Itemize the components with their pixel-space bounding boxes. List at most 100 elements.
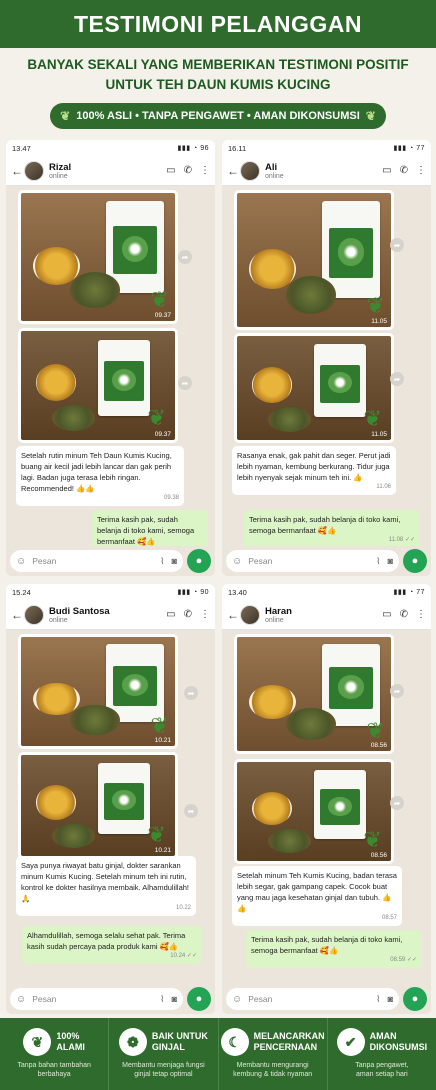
message-input[interactable]: ☺ Pesan ⌇ ◙: [10, 988, 183, 1010]
outgoing-message: Terima kasih pak, sudah belanja di toko …: [244, 510, 420, 548]
shield-check-icon: ✔: [336, 1028, 365, 1056]
message-placeholder[interactable]: Pesan: [32, 994, 153, 1004]
signal-icons: ▮▮▮ ◔ 77: [393, 145, 425, 152]
status-bar: 13.40 ▮▮▮ ◔ 77: [222, 584, 431, 600]
clock: 16.11: [228, 143, 247, 153]
camera-icon[interactable]: ◙: [388, 994, 393, 1004]
message-input[interactable]: ☺ Pesan ⌇ ◙: [226, 988, 399, 1010]
emoji-icon[interactable]: ☺: [232, 556, 242, 567]
emoji-icon[interactable]: ☺: [16, 994, 26, 1005]
avatar[interactable]: [240, 160, 260, 181]
forward-icon[interactable]: ➦: [178, 376, 192, 390]
page-subtitle: BANYAK SEKALI YANG MEMBERIKAN TESTIMONI …: [0, 55, 436, 95]
product-photo[interactable]: ❦ 08.56: [234, 759, 394, 864]
chat-header: ← Budi Santosa online ▭ ✆ ⋮: [6, 600, 215, 630]
contact-name[interactable]: Rizal: [49, 162, 158, 173]
back-arrow-icon[interactable]: ←: [227, 164, 240, 178]
back-arrow-icon[interactable]: ←: [11, 608, 24, 622]
feature-title: AMAN: [369, 1031, 397, 1041]
back-arrow-icon[interactable]: ←: [227, 608, 240, 622]
camera-icon[interactable]: ◙: [172, 556, 177, 566]
signal-icons: ▮▮▮ ◔ 96: [177, 145, 209, 152]
subtitle-line-2: UNTUK TEH DAUN KUMIS KUCING: [105, 77, 331, 92]
message-text: Setelah rutin minum Teh Daun Kumis Kucin…: [21, 451, 172, 493]
attach-icon[interactable]: ⌇: [160, 994, 164, 1005]
phone-icon[interactable]: ✆: [184, 609, 192, 620]
timestamp: 11.08 ✓✓: [388, 537, 415, 543]
menu-icon[interactable]: ⋮: [200, 609, 210, 620]
signal-icons: ▮▮▮ ◔ 77: [393, 589, 425, 596]
video-call-icon[interactable]: ▭: [166, 609, 175, 620]
feature-natural: ❦ 100% ALAMI Tanpa bahan tambahan berbahay…: [0, 1018, 110, 1090]
message-placeholder[interactable]: Pesan: [248, 994, 369, 1004]
forward-icon[interactable]: ➦: [390, 684, 404, 698]
product-photo[interactable]: ❦ 09.37: [18, 328, 178, 443]
contact-name[interactable]: Ali: [265, 162, 374, 173]
timestamp: 09.38: [163, 495, 179, 501]
contact-status: online: [49, 616, 68, 624]
mic-button[interactable]: ●: [403, 987, 427, 1011]
avatar[interactable]: [24, 160, 44, 181]
product-photo[interactable]: ❦ 10.21: [18, 752, 178, 859]
message-input[interactable]: ☺ Pesan ⌇ ◙: [226, 550, 399, 572]
chat-screenshot-3: 15.24 ▮▮▮ ◔ 90 ← Budi Santosa online ▭ ✆…: [6, 584, 215, 1014]
product-photo[interactable]: ❦ 09.37: [18, 190, 178, 324]
camera-icon[interactable]: ◙: [388, 556, 393, 566]
video-call-icon[interactable]: ▭: [382, 165, 391, 176]
message-placeholder[interactable]: Pesan: [32, 556, 153, 566]
attach-icon[interactable]: ⌇: [160, 556, 164, 567]
timestamp: 10.21: [154, 847, 171, 854]
message-list: ❦ 10.21 ❦ 10.21 ➦ ➦ Saya punya riwayat b…: [6, 630, 215, 984]
forward-icon[interactable]: ➦: [178, 250, 192, 264]
phone-icon[interactable]: ✆: [184, 165, 192, 176]
forward-icon[interactable]: ➦: [184, 804, 198, 818]
back-arrow-icon[interactable]: ←: [11, 164, 24, 178]
message-placeholder[interactable]: Pesan: [248, 556, 369, 566]
outgoing-message: Alhamdulillah, semoga selalu sehat pak. …: [22, 926, 202, 964]
phone-icon[interactable]: ✆: [400, 609, 408, 620]
attach-icon[interactable]: ⌇: [376, 556, 380, 567]
incoming-message: Rasanya enak, gak pahit dan seger. Perut…: [232, 446, 396, 495]
timestamp: 11.05: [371, 318, 387, 325]
message-input-bar: ☺ Pesan ⌇ ◙ ●: [222, 984, 431, 1014]
timestamp: 08.59 ✓✓: [390, 957, 417, 963]
camera-icon[interactable]: ◙: [172, 994, 177, 1004]
stomach-icon: ☾: [220, 1028, 249, 1056]
kidney-icon: ❁: [118, 1028, 147, 1056]
video-call-icon[interactable]: ▭: [166, 165, 175, 176]
forward-icon[interactable]: ➦: [390, 238, 404, 252]
emoji-icon[interactable]: ☺: [16, 556, 26, 567]
product-photo[interactable]: ❦ 10.21: [18, 634, 178, 749]
product-photo[interactable]: ❦ 08.56: [234, 634, 394, 754]
chat-header: ← Rizal online ▭ ✆ ⋮: [6, 156, 215, 186]
emoji-icon[interactable]: ☺: [232, 994, 242, 1005]
timestamp: 11.06: [376, 484, 391, 490]
product-photo[interactable]: ❦ 11.05: [234, 333, 394, 443]
chat-header: ← Ali online ▭ ✆ ⋮: [222, 156, 431, 186]
status-bar: 16.11 ▮▮▮ ◔ 77: [222, 140, 431, 156]
chat-screenshot-1: 13.47 ▮▮▮ ◔ 96 ← Rizal online ▭ ✆ ⋮ ❦ 09…: [6, 140, 215, 576]
product-photo[interactable]: ❦ 11.05: [234, 190, 394, 330]
phone-icon[interactable]: ✆: [400, 165, 408, 176]
mic-button[interactable]: ●: [187, 987, 211, 1011]
menu-icon[interactable]: ⋮: [200, 165, 210, 176]
menu-icon[interactable]: ⋮: [416, 165, 426, 176]
contact-name[interactable]: Haran: [265, 606, 374, 617]
mic-button[interactable]: ●: [403, 549, 427, 573]
forward-icon[interactable]: ➦: [390, 372, 404, 386]
attach-icon[interactable]: ⌇: [376, 994, 380, 1005]
chat-header: ← Haran online ▭ ✆ ⋮: [222, 600, 431, 630]
menu-icon[interactable]: ⋮: [416, 609, 426, 620]
contact-name[interactable]: Budi Santosa: [49, 606, 158, 617]
status-bar: 15.24 ▮▮▮ ◔ 90: [6, 584, 215, 600]
mic-button[interactable]: ●: [187, 549, 211, 573]
message-list: ❦ 09.37 ❦ 09.37 ➦ ➦ Setelah rutin minum …: [6, 186, 215, 559]
avatar[interactable]: [240, 604, 260, 625]
forward-icon[interactable]: ➦: [184, 686, 198, 700]
feature-desc: Membantu mengurangi kembung & tidak nyama…: [233, 1062, 313, 1078]
avatar[interactable]: [24, 604, 44, 625]
forward-icon[interactable]: ➦: [390, 796, 404, 810]
message-input[interactable]: ☺ Pesan ⌇ ◙: [10, 550, 183, 572]
feature-desc: Tanpa bahan tambahan berbahaya: [17, 1062, 91, 1078]
video-call-icon[interactable]: ▭: [382, 609, 391, 620]
